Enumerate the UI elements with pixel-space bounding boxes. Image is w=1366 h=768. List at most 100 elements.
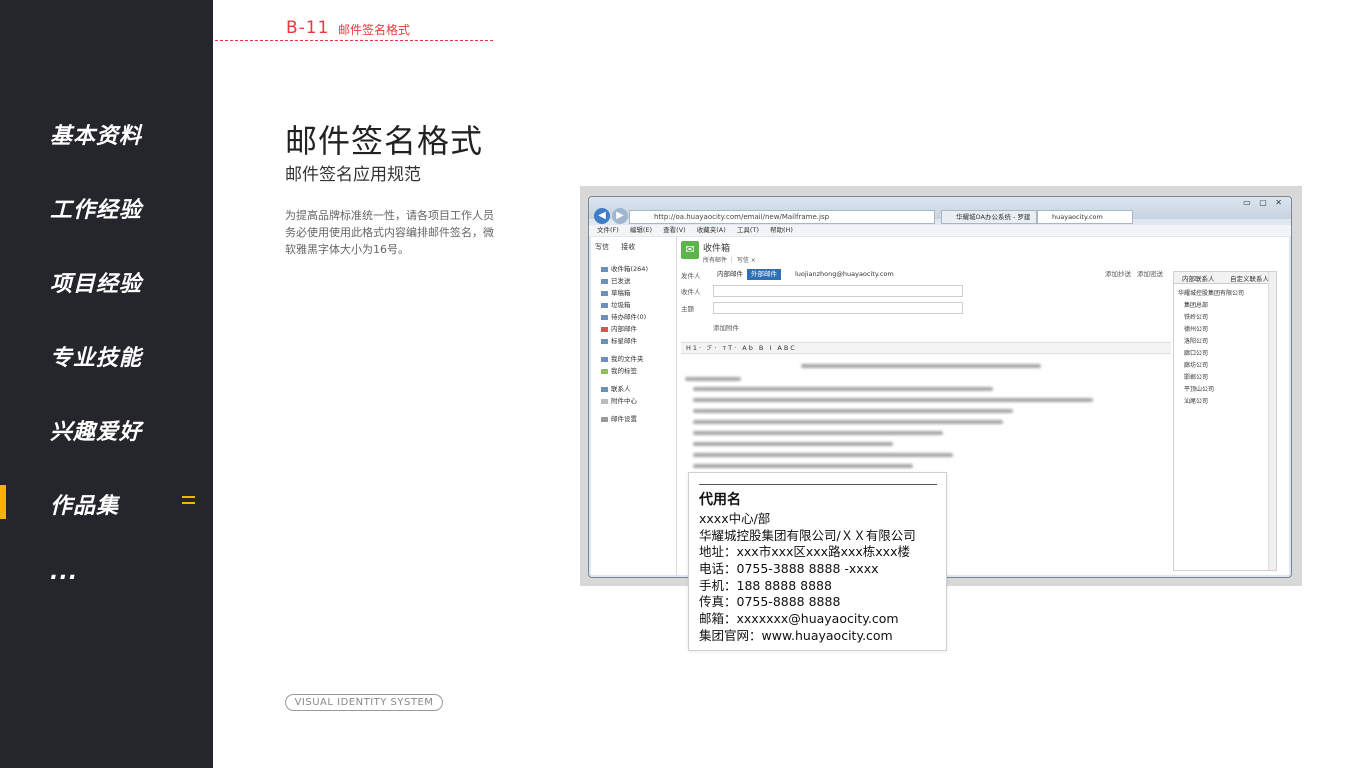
mail-folder-pane: 写信 接收 收件箱(264) 已发送 草稿箱 垃圾箱 待办邮件(0) 内部邮件 …	[591, 237, 677, 575]
tree-item[interactable]: 廊坊公司	[1184, 360, 1208, 369]
blurred-text-line	[693, 398, 1093, 402]
internal-mail-chip[interactable]: 内部邮件	[713, 269, 747, 280]
subject-label: 主题	[681, 305, 694, 313]
tree-item[interactable]: 铁岭公司	[1184, 312, 1208, 321]
add-bcc-link[interactable]: 添加密送	[1133, 269, 1167, 280]
folder-trash[interactable]: 垃圾箱	[601, 299, 631, 309]
folder-inbox[interactable]: 收件箱(264)	[601, 263, 648, 273]
folder-my-tags[interactable]: 我的标签	[601, 365, 637, 375]
blurred-text-line	[693, 453, 953, 457]
blurred-text-line	[693, 387, 993, 391]
menu-help[interactable]: 帮助(H)	[770, 226, 793, 234]
page-code-title: 邮件签名格式	[338, 23, 411, 37]
star-icon	[601, 338, 608, 344]
page-subtitle: 邮件签名应用规范	[285, 165, 421, 185]
todo-icon	[601, 314, 608, 320]
page-title: 邮件签名格式	[285, 122, 484, 160]
blurred-text-line	[693, 409, 1013, 413]
nav-item-hobbies[interactable]: 兴趣爱好	[50, 414, 142, 446]
blurred-text-line	[685, 377, 741, 381]
add-cc-link[interactable]: 添加抄送	[1101, 269, 1135, 280]
blurred-text-line	[693, 431, 943, 435]
inbox-title: 收件箱	[703, 244, 731, 254]
subject-input[interactable]	[713, 302, 963, 314]
back-arrow-icon[interactable]: ◀	[594, 208, 610, 224]
folder-contacts[interactable]: 联系人	[601, 383, 631, 393]
folder-my-folders[interactable]: 我的文件夹	[601, 353, 644, 363]
browser-tab-oa[interactable]: 华耀城OA办公系统 - 罗建忠	[941, 210, 1037, 233]
blurred-text-line	[693, 464, 913, 468]
tree-root[interactable]: 华耀城控股集团有限公司	[1178, 288, 1244, 297]
compose-button[interactable]: 写信	[595, 243, 609, 251]
menu-view[interactable]: 查看(V)	[663, 226, 686, 234]
trash-icon	[601, 302, 608, 308]
tree-item[interactable]: 汕尾公司	[1184, 396, 1208, 405]
tab-custom-contacts[interactable]: 自定义联系人	[1230, 273, 1269, 283]
menu-favorites[interactable]: 收藏夹(A)	[697, 226, 726, 234]
contacts-icon	[601, 386, 608, 392]
external-mail-chip[interactable]: 外部邮件	[747, 269, 781, 280]
browser-menubar: 文件(F) 编辑(E) 查看(V) 收藏夹(A) 工具(T) 帮助(H)	[589, 225, 1291, 236]
tab-internal-contacts[interactable]: 内部联系人	[1182, 273, 1215, 283]
nav-item-project-experience[interactable]: 项目经验	[50, 266, 142, 298]
add-attachment-link[interactable]: 添加附件	[713, 322, 739, 332]
tree-item[interactable]: 集团总部	[1184, 300, 1208, 309]
from-label: 发件人	[681, 272, 701, 280]
tag-icon	[601, 368, 608, 374]
active-nav-marker	[0, 485, 6, 519]
internal-mail-icon	[601, 326, 608, 332]
folder-settings[interactable]: 邮件设置	[601, 413, 637, 423]
sidebar-nav: 基本资料 工作经验 项目经验 专业技能 兴趣爱好 作品集 ...	[0, 0, 213, 768]
tree-item[interactable]: 邯郸公司	[1184, 372, 1208, 381]
forward-arrow-icon[interactable]: ▶	[612, 208, 628, 224]
attachment-icon	[601, 398, 608, 404]
nav-item-work-experience[interactable]: 工作经验	[50, 192, 142, 224]
tree-item[interactable]: 德州公司	[1184, 324, 1208, 333]
page-description: 为提高品牌标准统一性，请各项目工作人员务必使用使用此格式内容编排邮件签名，微软雅…	[285, 209, 494, 256]
to-label: 收件人	[681, 288, 701, 296]
menu-lines-icon	[182, 496, 195, 508]
menu-file[interactable]: 文件(F)	[597, 226, 619, 234]
footer-tag: VISUAL IDENTITY SYSTEM	[285, 694, 443, 711]
nav-item-skills[interactable]: 专业技能	[50, 340, 142, 372]
folder-sent[interactable]: 已发送	[601, 275, 631, 285]
window-controls-icon[interactable]: ▭ ▢ ✕	[1243, 198, 1285, 207]
mail-left-buttons: 写信 接收	[595, 242, 645, 252]
editor-toolbar[interactable]: H1· ℱ· тT· Ab B I ABC	[681, 342, 1171, 354]
browser-tab-huayaocity[interactable]: huayaocity.com	[1037, 210, 1133, 224]
nav-item-more[interactable]: ...	[50, 560, 78, 585]
signature-divider	[699, 484, 937, 485]
blurred-text-line	[693, 442, 893, 446]
tree-item[interactable]: 廊口公司	[1184, 348, 1208, 357]
from-address: luojianzhong@huayaocity.com	[795, 270, 894, 278]
inbox-subnav[interactable]: 所有邮件 ｜ 写信 ×	[703, 255, 756, 264]
folder-attachments[interactable]: 附件中心	[601, 395, 637, 405]
blurred-text-line	[693, 420, 1003, 424]
folder-todo[interactable]: 待办邮件(0)	[601, 311, 646, 321]
nav-item-portfolio[interactable]: 作品集	[50, 488, 119, 520]
drafts-icon	[601, 290, 608, 296]
page-code: B-11	[286, 18, 330, 38]
contacts-pane: 内部联系人 自定义联系人 华耀城控股集团有限公司 集团总部 铁岭公司 德州公司 …	[1173, 271, 1277, 571]
to-input[interactable]	[713, 285, 963, 297]
menu-edit[interactable]: 编辑(E)	[630, 226, 652, 234]
envelope-icon: ✉	[681, 241, 699, 259]
contacts-scrollbar[interactable]	[1268, 272, 1276, 570]
nav-item-basic-info[interactable]: 基本资料	[50, 118, 142, 150]
signature-name: 代用名	[699, 492, 741, 508]
folder-icon	[601, 356, 608, 362]
menu-tools[interactable]: 工具(T)	[737, 226, 759, 234]
blurred-text-line	[801, 364, 1041, 368]
signature-card: 代用名 xxxx中心/部 华耀城控股集团有限公司/ＸＸ有限公司 地址：xxx市x…	[688, 472, 947, 651]
inbox-icon	[601, 266, 608, 272]
address-bar[interactable]: http://oa.huayaocity.com/email/new/Mailf…	[629, 210, 935, 224]
receive-button[interactable]: 接收	[621, 243, 635, 251]
sent-icon	[601, 278, 608, 284]
tree-item[interactable]: 平顶山公司	[1184, 384, 1214, 393]
header-dashed-rule	[215, 40, 493, 41]
tree-item[interactable]: 洛阳公司	[1184, 336, 1208, 345]
folder-internal[interactable]: 内部邮件	[601, 323, 637, 333]
folder-drafts[interactable]: 草稿箱	[601, 287, 631, 297]
contacts-tabs: 内部联系人 自定义联系人	[1174, 272, 1276, 284]
folder-starred[interactable]: 标星邮件	[601, 335, 637, 345]
